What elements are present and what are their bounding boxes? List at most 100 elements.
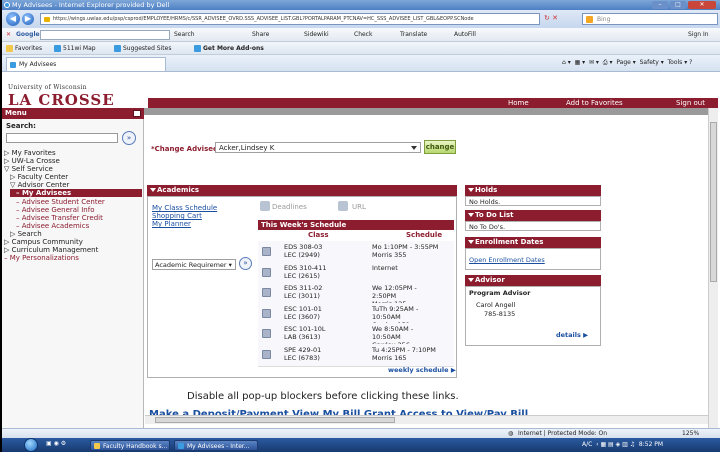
- signin-link[interactable]: Sign In: [688, 28, 709, 42]
- menu-item-curriculum-management[interactable]: ▷ Curriculum Management: [4, 246, 98, 254]
- menu-item-advisee-general-info[interactable]: – Advisee General Info: [16, 206, 94, 214]
- address-input[interactable]: https://wings.uwlax.edu/psp/csprod/EMPLO…: [40, 13, 540, 25]
- ie-icon: [178, 443, 184, 449]
- nav-home[interactable]: Home: [508, 98, 529, 108]
- google-share-button[interactable]: Share: [252, 28, 269, 42]
- menu-item-my-favorites[interactable]: ▷ My Favorites: [4, 149, 56, 157]
- close-toolbar-icon[interactable]: ✕: [6, 28, 11, 42]
- link-shopping-cart[interactable]: Shopping Cart: [152, 212, 202, 220]
- menu-item-uw-la-crosse[interactable]: ▷ UW-La Crosse: [4, 157, 60, 165]
- google-search-button[interactable]: Search: [174, 28, 195, 42]
- menu-item-advisee-transfer-credit[interactable]: – Advisee Transfer Credit: [16, 214, 103, 222]
- academic-go-button[interactable]: »: [239, 257, 252, 270]
- google-sidewiki-button[interactable]: Sidewiki: [304, 28, 329, 42]
- weekly-schedule-header: This Week's Schedule: [258, 220, 454, 230]
- class-icon[interactable]: [262, 247, 271, 256]
- todo-header: To Do List: [465, 210, 601, 221]
- schedule-cell: Tu 4:25PM - 7:10PM Morris 165: [372, 345, 436, 362]
- menu-item-advisor-center[interactable]: ▽ Advisor Center: [10, 181, 69, 189]
- menu-item-advisee-academics[interactable]: – Advisee Academics: [16, 222, 89, 230]
- google-logo: Google: [16, 31, 40, 38]
- address-bar-row: ◀ ▶ https://wings.uwlax.edu/psp/csprod/E…: [2, 10, 720, 28]
- home-icon[interactable]: ⌂ ▾: [562, 59, 571, 66]
- class-cell: ESC 101-10L LAB (3613): [284, 325, 326, 341]
- menu-item-faculty-center[interactable]: ▷ Faculty Center: [10, 173, 68, 181]
- google-check-button[interactable]: Check: [354, 28, 372, 42]
- site-icon: [54, 45, 61, 52]
- maximize-button[interactable]: □: [670, 1, 686, 9]
- menu-item-search[interactable]: ▷ Search: [10, 230, 42, 238]
- favorites-button[interactable]: Favorites: [6, 42, 42, 55]
- nav-sign-out[interactable]: Sign out: [676, 98, 705, 108]
- menu-item-my-personalizations[interactable]: – My Personalizations: [4, 254, 79, 262]
- minimize-button[interactable]: –: [652, 1, 668, 9]
- tools-menu[interactable]: Tools: [668, 59, 683, 66]
- fav-item-suggested[interactable]: Suggested Sites: [114, 42, 171, 55]
- advisee-select[interactable]: Acker,Lindsey K: [215, 142, 421, 153]
- system-tray: A/C ‹ ▦ ▤ ◈ ▥ ♫ 8:52 PM: [582, 441, 664, 448]
- print-icon[interactable]: ⎙ ▾: [603, 59, 613, 66]
- deadlines-link[interactable]: Deadlines: [272, 203, 307, 211]
- link-my-class-schedule[interactable]: My Class Schedule: [152, 204, 217, 212]
- window-title: My Advisees - Internet Explorer provided…: [12, 1, 170, 9]
- mail-icon[interactable]: ✉ ▾: [589, 59, 599, 66]
- status-bar: ◍ Internet | Protected Mode: On 125%: [2, 428, 720, 438]
- table-row: SPE 429-01 LEC (6783) Tu 4:25PM - 7:10PM …: [258, 343, 454, 367]
- class-icon[interactable]: [262, 349, 271, 359]
- change-advisee-button[interactable]: change: [424, 140, 456, 154]
- refresh-icon[interactable]: ↻ ✕: [544, 14, 558, 22]
- link-my-planner[interactable]: My Planner: [152, 220, 191, 228]
- menu-header: Menu: [2, 108, 144, 119]
- start-button[interactable]: [24, 438, 38, 452]
- screen: My Advisees - Internet Explorer provided…: [0, 0, 720, 452]
- vertical-scrollbar[interactable]: [708, 108, 718, 428]
- horizontal-scrollbar[interactable]: [145, 415, 708, 424]
- class-cell: EDS 310-411 LEC (2615): [284, 263, 327, 280]
- menu-search-go-button[interactable]: »: [122, 131, 136, 145]
- back-button[interactable]: ◀: [6, 12, 20, 26]
- tray-status: A/C: [582, 441, 593, 448]
- weekly-schedule-link[interactable]: weekly schedule ▶: [388, 366, 456, 374]
- google-autofill-button[interactable]: AutoFill: [454, 28, 476, 42]
- help-icon[interactable]: ?: [689, 59, 692, 66]
- vertical-scroll-thumb[interactable]: [710, 122, 717, 282]
- fav-item-511wi[interactable]: 511wi Map: [54, 42, 96, 55]
- advisor-phone: 785-8135: [484, 310, 516, 318]
- search-input[interactable]: Bing: [582, 13, 718, 25]
- class-cell: EDS 311-02 LEC (3011): [284, 284, 323, 300]
- google-translate-button[interactable]: Translate: [400, 28, 427, 42]
- logo-la-crosse[interactable]: LA CROSSE: [8, 91, 115, 109]
- taskbar-item-advisees[interactable]: My Advisees - Inter...: [174, 440, 258, 451]
- feeds-icon[interactable]: ▦ ▾: [575, 59, 586, 66]
- class-icon[interactable]: [262, 267, 271, 277]
- menu-item-campus-community[interactable]: ▷ Campus Community: [4, 238, 83, 246]
- page-menu[interactable]: Page: [616, 59, 631, 66]
- menu-item-my-advisees[interactable]: – My Advisees: [10, 189, 142, 197]
- horizontal-scroll-thumb[interactable]: [155, 417, 395, 423]
- enrollment-link[interactable]: Open Enrollment Dates: [469, 256, 545, 264]
- menu-item-advisee-student-center[interactable]: – Advisee Student Center: [16, 198, 105, 206]
- google-search-input[interactable]: [40, 30, 170, 40]
- deadlines-icon: [260, 201, 270, 211]
- forward-button[interactable]: ▶: [22, 13, 34, 25]
- nav-add-favorites[interactable]: Add to Favorites: [566, 98, 623, 108]
- menu-item-self-service[interactable]: ▽ Self Service: [4, 165, 53, 173]
- col-class-header: Class: [308, 231, 329, 239]
- tab-my-advisees[interactable]: My Advisees: [6, 57, 166, 71]
- safety-menu[interactable]: Safety: [640, 59, 659, 66]
- collapse-icon[interactable]: [133, 110, 141, 117]
- class-icon[interactable]: [262, 308, 271, 318]
- close-button[interactable]: ✕: [688, 1, 716, 9]
- holds-panel: No Holds.: [465, 196, 601, 206]
- academic-requirements-select[interactable]: Academic Requiremer ▾: [152, 259, 236, 270]
- class-icon[interactable]: [262, 329, 271, 338]
- fav-item-addons[interactable]: Get More Add-ons: [194, 42, 264, 55]
- url-link[interactable]: URL: [352, 203, 366, 211]
- menu-search-input[interactable]: [6, 133, 118, 143]
- command-bar: ⌂ ▾ ▦ ▾ ✉ ▾ ⎙ ▾ Page ▾ Safety ▾ Tools ▾ …: [562, 59, 693, 66]
- class-icon[interactable]: [262, 288, 271, 297]
- advisor-details-link[interactable]: details ▶: [556, 331, 588, 339]
- quicklaunch-icons[interactable]: ▣ ◉ ⚙: [46, 440, 66, 447]
- google-toolbar: ✕ Google Search Share Sidewiki Check Tra…: [2, 28, 720, 42]
- taskbar-item-handbook[interactable]: Faculty Handbook s...: [90, 440, 170, 451]
